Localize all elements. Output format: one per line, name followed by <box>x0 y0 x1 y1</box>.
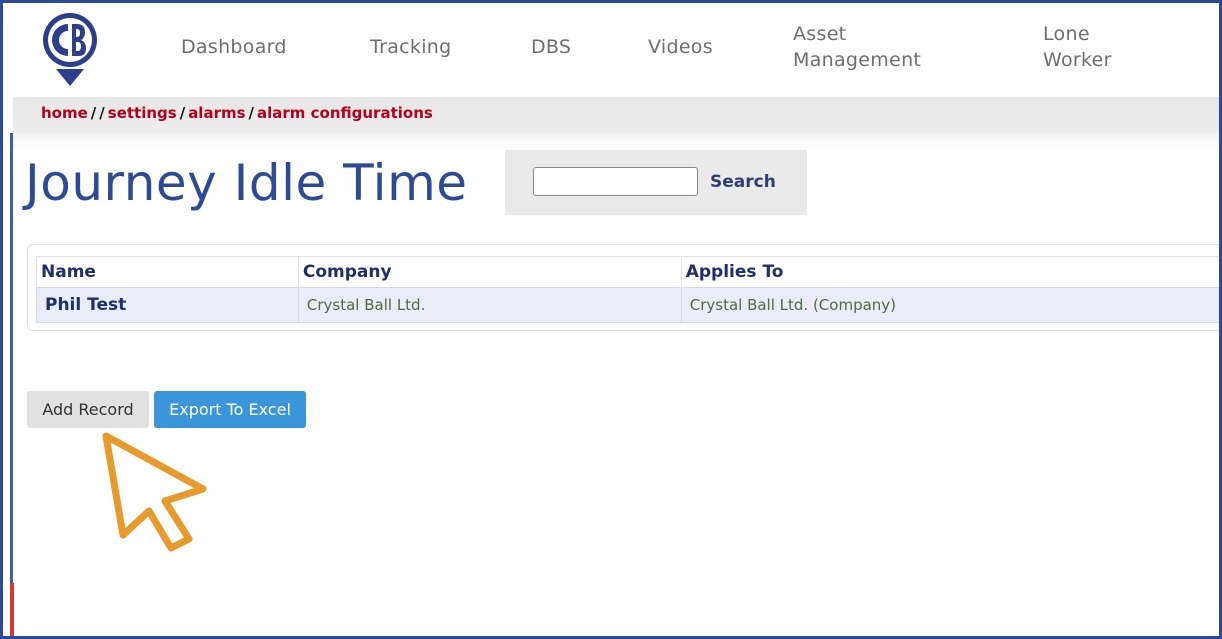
breadcrumb-alarms[interactable]: alarms <box>188 104 245 122</box>
cell-company: Crystal Ball Ltd. <box>297 287 682 323</box>
top-navigation: Dashboard Tracking DBS Videos Asset Mana… <box>3 3 1219 97</box>
left-border-accent <box>10 133 13 583</box>
add-record-button[interactable]: Add Record <box>27 391 149 428</box>
cell-name[interactable]: Phil Test <box>36 287 299 323</box>
search-input[interactable] <box>533 167 698 196</box>
company-logo[interactable] <box>41 11 99 87</box>
search-panel: Search <box>505 150 807 215</box>
page-title: Journey Idle Time <box>25 154 468 212</box>
export-to-excel-button[interactable]: Export To Excel <box>154 391 306 428</box>
breadcrumb-settings[interactable]: settings <box>108 104 177 122</box>
nav-lone-worker-line1: Lone <box>1043 23 1090 45</box>
app-window: Dashboard Tracking DBS Videos Asset Mana… <box>0 0 1222 639</box>
breadcrumb-separator: / <box>179 104 186 122</box>
breadcrumb-separator: / <box>248 104 255 122</box>
breadcrumb: home / / settings / alarms / alarm configuratio… <box>41 104 433 122</box>
arrow-cursor-icon <box>102 432 207 552</box>
nav-videos[interactable]: Videos <box>648 34 713 60</box>
breadcrumb-separator: / <box>90 104 97 122</box>
breadcrumb-bar: home / / settings / alarms / alarm configuratio… <box>13 97 1219 133</box>
nav-dbs[interactable]: DBS <box>531 34 571 60</box>
nav-lone-worker[interactable]: Lone Worker <box>1043 21 1112 73</box>
search-button[interactable]: Search <box>710 172 776 192</box>
nav-lone-worker-line2: Worker <box>1043 49 1112 71</box>
nav-asset-management-line1: Asset <box>793 23 847 45</box>
table-header-row: Name Company Applies To <box>36 256 1219 288</box>
nav-tracking[interactable]: Tracking <box>370 34 452 60</box>
breadcrumb-home[interactable]: home <box>41 104 88 122</box>
breadcrumb-alarm-configurations[interactable]: alarm configurations <box>257 104 433 122</box>
breadcrumb-shadow <box>13 133 1219 151</box>
table-row[interactable]: Phil Test Crystal Ball Ltd. Crystal Ball… <box>36 287 1219 323</box>
nav-asset-management-line2: Management <box>793 49 922 71</box>
cell-applies-to: Crystal Ball Ltd. (Company) <box>680 287 1219 323</box>
records-table: Name Company Applies To Phil Test Crysta… <box>36 256 1219 323</box>
column-header-applies-to[interactable]: Applies To <box>680 256 1219 288</box>
records-table-container: Name Company Applies To Phil Test Crysta… <box>27 244 1219 331</box>
column-header-company[interactable]: Company <box>297 256 682 288</box>
column-header-name[interactable]: Name <box>36 256 299 288</box>
nav-asset-management[interactable]: Asset Management <box>793 21 921 73</box>
left-border-accent-red <box>10 583 14 636</box>
breadcrumb-separator: / <box>99 104 105 122</box>
nav-dashboard[interactable]: Dashboard <box>181 34 287 60</box>
